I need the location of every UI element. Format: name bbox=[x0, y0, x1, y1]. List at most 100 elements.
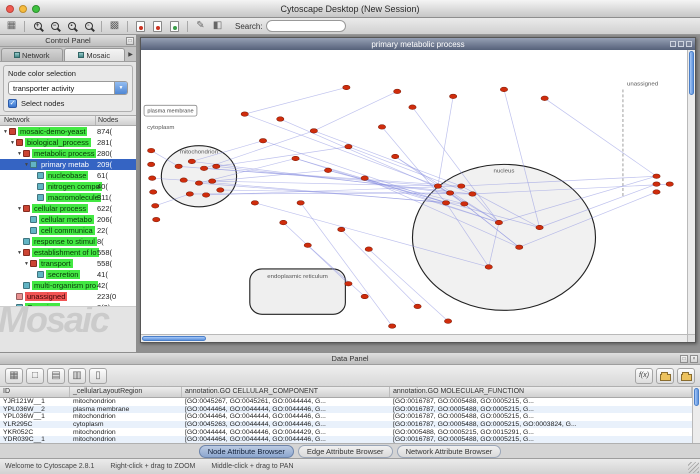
network-node[interactable] bbox=[458, 184, 465, 189]
tree-item-transport[interactable]: ▼transport558( bbox=[0, 258, 136, 269]
tree-expand-icon[interactable]: ▼ bbox=[23, 162, 30, 168]
network-node[interactable] bbox=[653, 190, 660, 195]
network-node[interactable] bbox=[536, 225, 543, 230]
column-header-id[interactable]: ID bbox=[0, 387, 70, 397]
select-nodes-checkbox[interactable]: ✓ bbox=[8, 99, 17, 108]
network-node[interactable] bbox=[414, 304, 421, 309]
tree-expand-icon[interactable]: ▼ bbox=[2, 129, 9, 135]
network-node[interactable] bbox=[175, 164, 182, 169]
new-attribute-button[interactable]: ▤ bbox=[47, 368, 65, 384]
network-node[interactable] bbox=[361, 294, 368, 299]
network-node[interactable] bbox=[434, 184, 441, 189]
tree-item-metabolic-process[interactable]: ▼metabolic process280( bbox=[0, 148, 136, 159]
network-node[interactable] bbox=[495, 220, 502, 225]
network-node[interactable] bbox=[449, 94, 456, 99]
tree-item-nitrogen-compo[interactable]: nitrogen compo40( bbox=[0, 181, 136, 192]
network-node[interactable] bbox=[202, 193, 209, 198]
window-close-button[interactable] bbox=[6, 5, 14, 13]
network-node[interactable] bbox=[338, 227, 345, 232]
network-node[interactable] bbox=[277, 117, 284, 122]
import-attributes-button[interactable] bbox=[656, 368, 674, 384]
data-panel-float-icon[interactable]: □ bbox=[680, 355, 688, 363]
tree-expand-icon[interactable]: ▼ bbox=[16, 250, 23, 256]
node-color-dropdown[interactable]: transporter activity ▼ bbox=[8, 81, 128, 95]
network-node[interactable] bbox=[666, 182, 673, 187]
network-node[interactable] bbox=[516, 245, 523, 250]
canvas-hscroll-thumb[interactable] bbox=[142, 336, 206, 341]
network-edge[interactable] bbox=[348, 147, 472, 194]
network-edge[interactable] bbox=[545, 98, 657, 176]
network-node[interactable] bbox=[186, 192, 193, 197]
network-node[interactable] bbox=[324, 168, 331, 173]
network-node[interactable] bbox=[392, 154, 399, 159]
tree-expand-icon[interactable]: ▼ bbox=[9, 140, 16, 146]
network-node[interactable] bbox=[444, 319, 451, 324]
canvas-vertical-scrollbar[interactable] bbox=[687, 50, 695, 334]
tab-mosaic[interactable]: Mosaic bbox=[64, 48, 126, 61]
select-attributes-button[interactable]: ▦ bbox=[5, 368, 23, 384]
network-node[interactable] bbox=[378, 125, 385, 130]
table-row[interactable]: YJR121W__1mitochondrion[GO:0045267, GO:0… bbox=[0, 398, 692, 406]
network-node[interactable] bbox=[345, 144, 352, 149]
network-edge[interactable] bbox=[341, 229, 417, 306]
tree-item-cell-communica[interactable]: cell communica22( bbox=[0, 225, 136, 236]
network-node[interactable] bbox=[461, 202, 468, 207]
network-node[interactable] bbox=[200, 166, 207, 171]
network-node[interactable] bbox=[188, 159, 195, 164]
unselect-attributes-button[interactable]: □ bbox=[26, 368, 44, 384]
network-node[interactable] bbox=[446, 191, 453, 196]
network-window-maximize-icon[interactable] bbox=[678, 41, 684, 47]
chevron-down-icon[interactable]: ▼ bbox=[114, 82, 127, 94]
tree-item-cellular-metabo[interactable]: cellular metabo206( bbox=[0, 214, 136, 225]
vizmapper-button[interactable]: ◧ bbox=[210, 19, 225, 33]
network-edge[interactable] bbox=[216, 147, 348, 167]
network-window-minimize-icon[interactable] bbox=[670, 41, 676, 47]
data-panel-close-icon[interactable]: × bbox=[690, 355, 698, 363]
canvas-vscroll-thumb[interactable] bbox=[689, 51, 694, 95]
network-node[interactable] bbox=[195, 181, 202, 186]
network-window-titlebar[interactable]: primary metabolic process bbox=[141, 38, 695, 50]
network-node[interactable] bbox=[469, 192, 476, 197]
new-network-from-selection-button[interactable] bbox=[150, 19, 165, 33]
network-node[interactable] bbox=[304, 243, 311, 248]
network-edge[interactable] bbox=[204, 131, 314, 168]
export-attributes-button[interactable] bbox=[677, 368, 695, 384]
network-node[interactable] bbox=[345, 281, 352, 286]
network-canvas[interactable]: plasma membranecytoplasmmitochondrionnuc… bbox=[141, 50, 687, 334]
network-edge[interactable] bbox=[204, 168, 461, 186]
network-edge[interactable] bbox=[438, 96, 453, 186]
network-node[interactable] bbox=[388, 324, 395, 329]
zoom-fit-button[interactable]: ▫ bbox=[81, 19, 96, 33]
network-node[interactable] bbox=[541, 96, 548, 101]
network-node[interactable] bbox=[209, 179, 216, 184]
hide-selected-button[interactable] bbox=[133, 19, 148, 33]
network-node[interactable] bbox=[361, 176, 368, 181]
destroy-network-button[interactable] bbox=[167, 19, 182, 33]
tree-item-mosaic-demo-yeast[interactable]: ▼mosaic-demo-yeast874( bbox=[0, 126, 136, 137]
network-node[interactable] bbox=[442, 201, 449, 206]
trash-button[interactable]: ▯ bbox=[89, 368, 107, 384]
zoom-out-button[interactable]: − bbox=[47, 19, 62, 33]
tree-item-macromolecule[interactable]: macromolecule311( bbox=[0, 192, 136, 203]
table-row[interactable]: YPL036W__1mitochondrion[GO:0044464, GO:0… bbox=[0, 413, 692, 421]
network-node[interactable] bbox=[213, 164, 220, 169]
tree-item-primary-metab[interactable]: ▼primary metab209( bbox=[0, 159, 136, 170]
tree-expand-icon[interactable]: ▼ bbox=[23, 261, 30, 267]
network-node[interactable] bbox=[259, 138, 266, 143]
network-node[interactable] bbox=[280, 220, 287, 225]
network-node[interactable] bbox=[241, 112, 248, 117]
window-maximize-button[interactable] bbox=[32, 5, 40, 13]
zoom-selected-button[interactable]: ▪ bbox=[64, 19, 79, 33]
table-row[interactable]: YPL036W__2plasma membrane[GO:0044464, GO… bbox=[0, 406, 692, 414]
zoom-in-button[interactable]: + bbox=[30, 19, 45, 33]
delete-attribute-button[interactable]: ▥ bbox=[68, 368, 86, 384]
network-node[interactable] bbox=[180, 178, 187, 183]
window-minimize-button[interactable] bbox=[19, 5, 27, 13]
column-header-annotation-go-cellular-component[interactable]: annotation.GO CELLULAR_COMPONENT bbox=[182, 387, 390, 397]
network-node[interactable] bbox=[251, 201, 258, 206]
tab-scroll-right-icon[interactable]: ▶ bbox=[126, 48, 135, 61]
tab-network[interactable]: Network bbox=[1, 48, 63, 61]
network-node[interactable] bbox=[409, 105, 416, 110]
annotation-button[interactable]: ✎ bbox=[193, 19, 208, 33]
network-edge[interactable] bbox=[280, 119, 450, 193]
